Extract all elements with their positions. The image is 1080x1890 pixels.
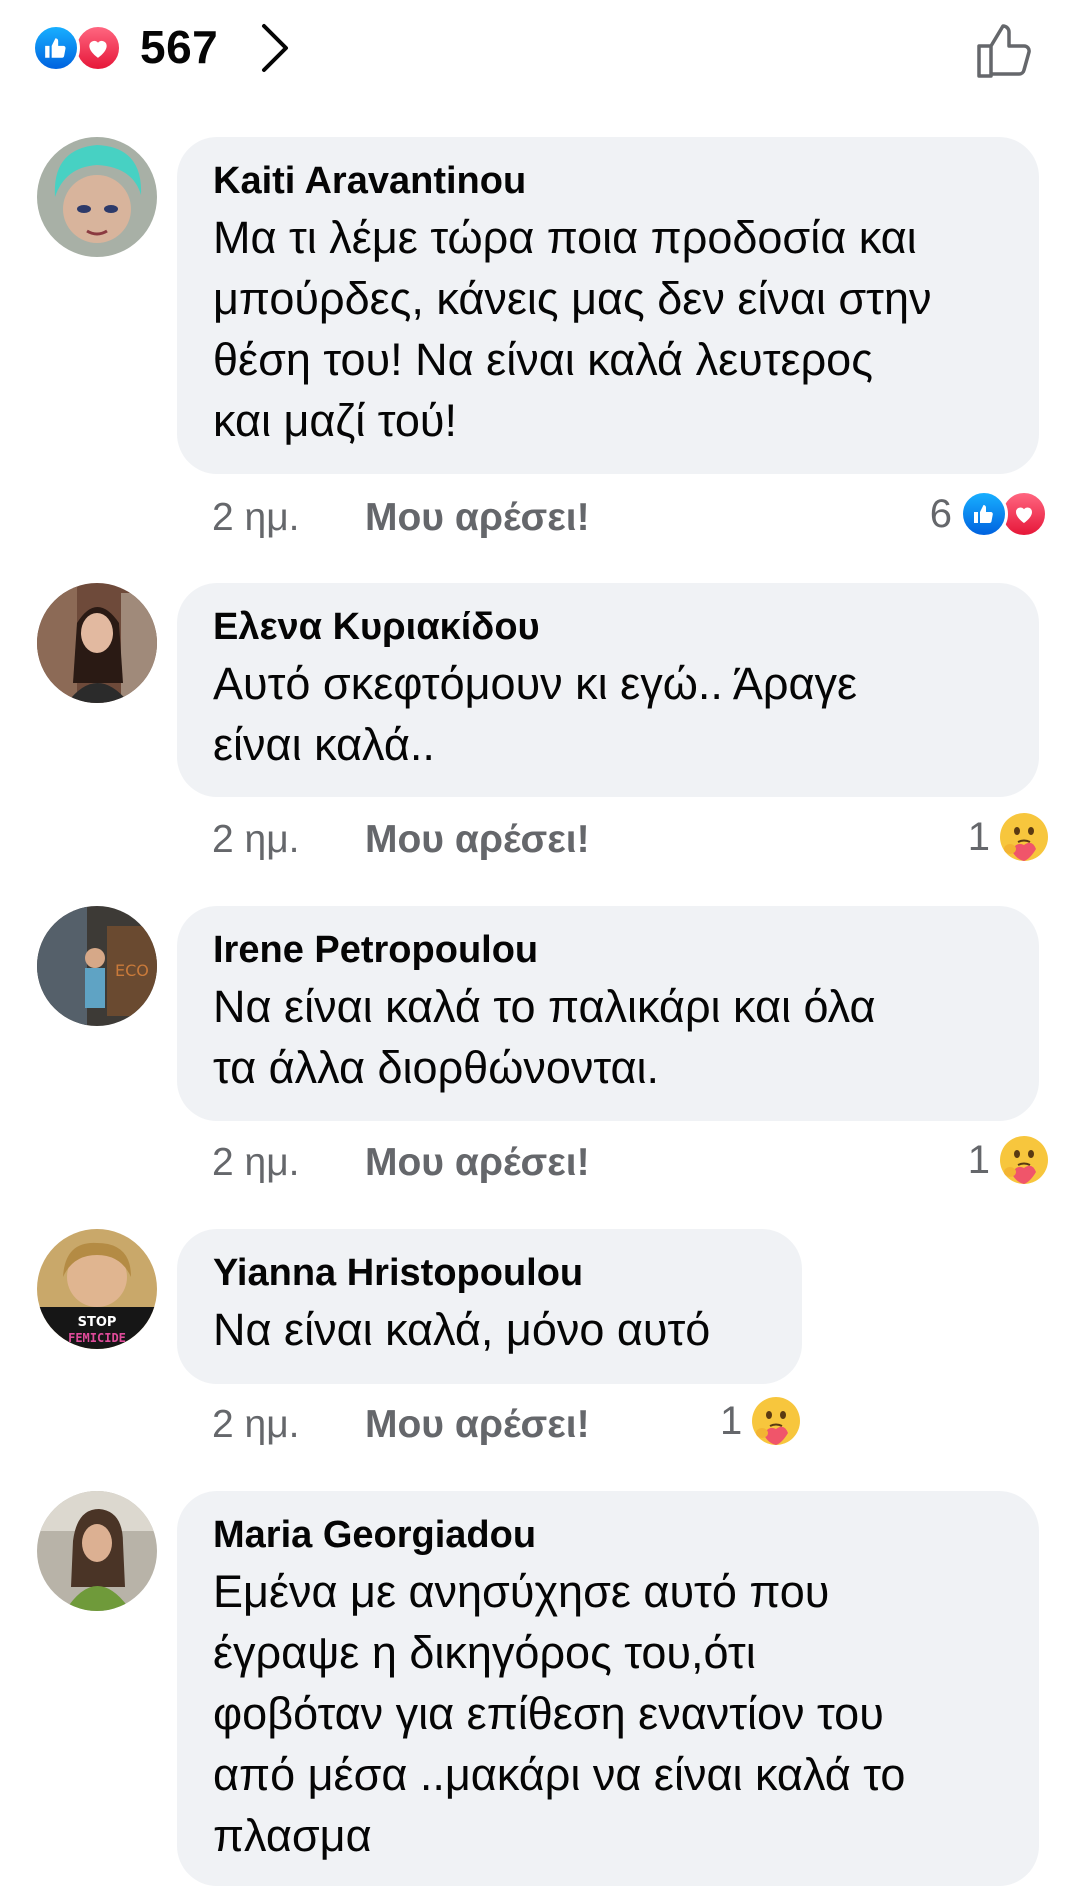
avatar[interactable]: ECO xyxy=(37,906,157,1026)
comment-author[interactable]: Irene Petropoulou xyxy=(213,930,1003,970)
comment-author[interactable]: Yianna Hristopoulou xyxy=(213,1253,766,1293)
comment-text-line: μπούρδες, κάνεις μας δεν είναι στην xyxy=(213,273,932,324)
comment-bubble: Kaiti Aravantinou Μα τι λέμε τώρα ποια π… xyxy=(177,137,1039,474)
total-reactions-count[interactable]: 567 xyxy=(140,20,218,74)
comment-bubble: Maria Georgiadou Εμένα με ανησύχησε αυτό… xyxy=(177,1491,1039,1886)
comment-reactions[interactable]: 1 xyxy=(720,1396,802,1446)
comment-text-line: έγραψε η δικηγόρος του,ότι xyxy=(213,1627,756,1678)
comment-bubble: Irene Petropoulou Να είναι καλά το παλικ… xyxy=(177,906,1039,1121)
comment-author[interactable]: Ελενα Κυριακίδου xyxy=(213,607,1003,647)
comment-text-line: Αυτό σκεφτόμουν κι εγώ.. Άραγε xyxy=(213,658,858,709)
reaction-count: 1 xyxy=(720,1398,743,1443)
comment-actions: 2 ημ. Μου αρέσει! xyxy=(212,1403,590,1447)
comment-text-line: Εμένα με ανησύχησε αυτό που xyxy=(213,1566,830,1617)
comment-bubble: Yianna Hristopoulou Να είναι καλά, μόνο … xyxy=(177,1229,802,1384)
comment-timestamp[interactable]: 2 ημ. xyxy=(212,1403,300,1446)
like-icon xyxy=(32,24,80,72)
reactions-summary[interactable] xyxy=(32,24,132,72)
comment-text-line: τα άλλα διορθώνονται. xyxy=(213,1042,660,1093)
like-button-icon[interactable] xyxy=(973,18,1037,82)
comment-text-line: Να είναι καλά, μόνο αυτό xyxy=(213,1304,711,1355)
comment-actions: 2 ημ. Μου αρέσει! xyxy=(212,1141,590,1185)
comment-reactions[interactable]: 6 xyxy=(930,489,1048,539)
reactions-summary-bar: 567 xyxy=(0,0,1080,100)
like-link[interactable]: Μου αρέσει! xyxy=(365,1141,590,1185)
love-icon xyxy=(74,24,122,72)
care-icon xyxy=(752,1397,801,1445)
avatar[interactable] xyxy=(37,137,157,257)
like-icon xyxy=(960,490,1008,538)
comment-text-line: θέση του! Να είναι καλά λευτερος xyxy=(213,334,873,385)
comment-actions: 2 ημ. Μου αρέσει! xyxy=(212,818,590,862)
avatar[interactable]: STOP FEMICIDE xyxy=(37,1229,157,1349)
comment-text-line: φοβόταν για επίθεση εναντίον του xyxy=(213,1688,884,1739)
avatar-text-stop: STOP xyxy=(78,1315,117,1330)
comment-text-line: από μέσα ..μακάρι να είναι καλά το xyxy=(213,1749,906,1800)
comment-bubble: Ελενα Κυριακίδου Αυτό σκεφτόμουν κι εγώ.… xyxy=(177,583,1039,797)
comment-author[interactable]: Maria Georgiadou xyxy=(213,1515,1003,1555)
comment-text-line: Να είναι καλά το παλικάρι και όλα xyxy=(213,981,876,1032)
chevron-right-icon[interactable] xyxy=(258,22,290,74)
comment-actions: 2 ημ. Μου αρέσει! xyxy=(212,496,590,540)
comment-text-line: είναι καλά.. xyxy=(213,719,435,770)
care-icon xyxy=(1000,1136,1048,1184)
like-link[interactable]: Μου αρέσει! xyxy=(365,1403,590,1447)
reaction-count: 1 xyxy=(967,1137,990,1182)
avatar[interactable] xyxy=(37,583,157,703)
comment-timestamp[interactable]: 2 ημ. xyxy=(212,1141,300,1184)
comment-timestamp[interactable]: 2 ημ. xyxy=(212,496,300,539)
comment-text-line: και μαζί τού! xyxy=(213,395,458,446)
avatar[interactable] xyxy=(37,1491,157,1611)
comment-timestamp[interactable]: 2 ημ. xyxy=(212,818,300,861)
comment-text-line: Μα τι λέμε τώρα ποια προδοσία και xyxy=(213,212,917,263)
avatar-text-femicide: FEMICIDE xyxy=(68,1331,126,1345)
comment-reactions[interactable]: 1 xyxy=(968,1135,1050,1185)
like-link[interactable]: Μου αρέσει! xyxy=(365,818,590,862)
comment-text-line: πλασμα xyxy=(213,1810,372,1861)
care-icon xyxy=(1000,813,1048,861)
reaction-count: 1 xyxy=(967,814,990,859)
like-link[interactable]: Μου αρέσει! xyxy=(365,496,590,540)
svg-text:ECO: ECO xyxy=(115,961,149,980)
reaction-count: 6 xyxy=(929,491,952,536)
comment-author[interactable]: Kaiti Aravantinou xyxy=(213,161,1003,201)
comment-reactions[interactable]: 1 xyxy=(968,812,1050,862)
